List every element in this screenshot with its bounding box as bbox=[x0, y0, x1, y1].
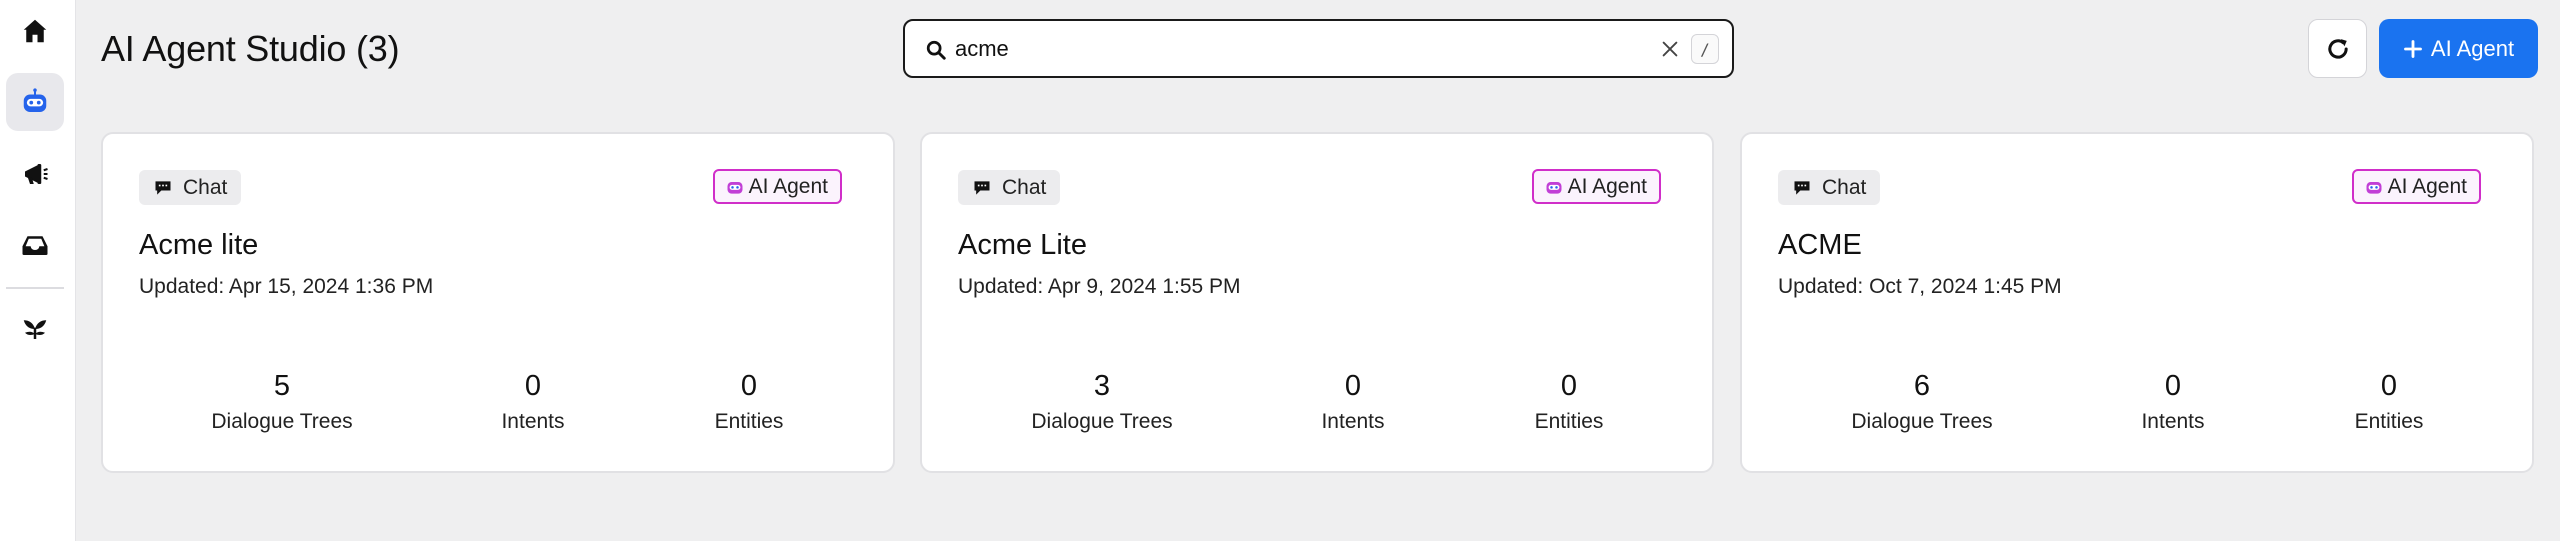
ai-agent-badge-label: AI Agent bbox=[2387, 174, 2467, 198]
stat-value: 0 bbox=[2164, 370, 2182, 402]
stat-entities: 0 Entities bbox=[649, 368, 849, 434]
stat-label: Intents bbox=[501, 410, 565, 433]
ai-agent-badge: AI Agent bbox=[1531, 169, 1661, 204]
channel-label: Chat bbox=[1002, 175, 1047, 199]
chat-icon bbox=[155, 180, 171, 195]
stat-label: Entities bbox=[2354, 410, 2424, 433]
stat-label: Dialogue Trees bbox=[1031, 410, 1173, 433]
card-updated: Updated: Apr 9, 2024 1:55 PM bbox=[958, 275, 1241, 298]
plus-icon bbox=[2403, 39, 2422, 58]
ai-agent-badge: AI Agent bbox=[2351, 169, 2481, 204]
stat-label: Entities bbox=[714, 410, 784, 433]
stat-label: Dialogue Trees bbox=[1851, 410, 1993, 433]
sprout-icon bbox=[23, 320, 47, 340]
chat-icon bbox=[974, 180, 990, 195]
add-ai-agent-label: AI Agent bbox=[2430, 35, 2515, 61]
stat-value: 3 bbox=[1093, 370, 1111, 402]
ai-agent-badge-label: AI Agent bbox=[748, 174, 828, 198]
stat-value: 0 bbox=[524, 370, 542, 402]
stat-entities: 0 Entities bbox=[1469, 368, 1669, 434]
card-updated: Updated: Oct 7, 2024 1:45 PM bbox=[1778, 275, 2062, 298]
stat-label: Entities bbox=[1534, 410, 1604, 433]
bot-icon bbox=[2366, 181, 2382, 194]
stat-dialogue-trees: 6 Dialogue Trees bbox=[1822, 368, 2022, 434]
nav-ai-agent-studio[interactable] bbox=[6, 73, 64, 131]
stat-value: 0 bbox=[1560, 370, 1578, 402]
stat-label: Dialogue Trees bbox=[211, 410, 353, 433]
stat-value: 5 bbox=[273, 370, 291, 402]
channel-chip: Chat bbox=[1778, 170, 1881, 205]
page-title: AI Agent Studio (3) bbox=[101, 28, 400, 69]
agent-card[interactable]: Chat AI Agent Acme lite Updated: Apr 15,… bbox=[101, 132, 895, 473]
chat-icon bbox=[1794, 180, 1810, 195]
stat-intents: 0 Intents bbox=[433, 368, 633, 434]
channel-chip: Chat bbox=[958, 170, 1061, 205]
agent-card[interactable]: Chat AI Agent Acme Lite Updated: Apr 9, … bbox=[920, 132, 1714, 473]
stat-value: 0 bbox=[2380, 370, 2398, 402]
clear-search-button[interactable] bbox=[1657, 36, 1683, 62]
ai-agent-badge: AI Agent bbox=[712, 169, 842, 204]
search-input[interactable] bbox=[955, 31, 1555, 67]
stat-dialogue-trees: 3 Dialogue Trees bbox=[1002, 368, 1202, 434]
stat-label: Intents bbox=[2141, 410, 2205, 433]
nav-campaigns[interactable] bbox=[6, 145, 64, 203]
card-title: ACME bbox=[1778, 229, 1862, 261]
channel-label: Chat bbox=[183, 175, 228, 199]
nav-inbox[interactable] bbox=[6, 216, 64, 274]
home-icon bbox=[23, 19, 47, 43]
stat-value: 6 bbox=[1913, 370, 1931, 402]
stat-intents: 0 Intents bbox=[1253, 368, 1453, 434]
ai-agent-badge-label: AI Agent bbox=[1567, 174, 1647, 198]
stat-entities: 0 Entities bbox=[2289, 368, 2489, 434]
bot-icon bbox=[727, 181, 743, 194]
close-icon bbox=[1662, 41, 1678, 57]
stat-dialogue-trees: 5 Dialogue Trees bbox=[182, 368, 382, 434]
stat-value: 0 bbox=[740, 370, 758, 402]
sidebar bbox=[0, 0, 76, 541]
stat-label: Intents bbox=[1321, 410, 1385, 433]
search-box[interactable]: / bbox=[903, 19, 1734, 78]
sidebar-divider bbox=[6, 287, 64, 289]
refresh-button[interactable] bbox=[2308, 19, 2367, 78]
nav-sprout[interactable] bbox=[6, 300, 64, 358]
card-title: Acme Lite bbox=[958, 229, 1087, 261]
bot-icon bbox=[23, 88, 47, 112]
agent-card[interactable]: Chat AI Agent ACME Updated: Oct 7, 2024 … bbox=[1740, 132, 2534, 473]
stat-intents: 0 Intents bbox=[2073, 368, 2273, 434]
card-title: Acme lite bbox=[139, 229, 259, 261]
keyboard-shortcut-hint: / bbox=[1691, 34, 1719, 64]
channel-label: Chat bbox=[1822, 175, 1867, 199]
megaphone-icon bbox=[25, 164, 48, 184]
channel-chip: Chat bbox=[139, 170, 242, 205]
card-updated: Updated: Apr 15, 2024 1:36 PM bbox=[139, 275, 434, 298]
nav-home[interactable] bbox=[6, 2, 64, 60]
refresh-icon bbox=[2327, 38, 2348, 59]
bot-icon bbox=[1546, 181, 1562, 194]
add-ai-agent-button[interactable]: AI Agent bbox=[2379, 19, 2538, 78]
search-icon bbox=[926, 40, 946, 60]
stat-value: 0 bbox=[1344, 370, 1362, 402]
inbox-icon bbox=[22, 236, 48, 255]
